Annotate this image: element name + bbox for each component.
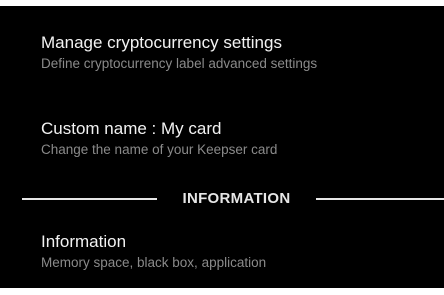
item-title: Custom name : My card [41, 119, 222, 138]
item-subtitle: Change the name of your Keepser card [41, 142, 278, 157]
item-subtitle: Memory space, black box, application [41, 255, 267, 270]
item-title: Information [41, 232, 127, 251]
settings-panel: Manage cryptocurrency settings Define cr… [0, 6, 444, 288]
information-item[interactable]: Information Memory space, black box, app… [41, 232, 431, 271]
custom-name-item[interactable]: Custom name : My card Change the name of… [41, 119, 431, 158]
item-title: Manage cryptocurrency settings [41, 33, 282, 52]
section-header: INFORMATION [182, 190, 291, 207]
divider-line-left [22, 198, 157, 200]
section-divider-information: INFORMATION [0, 186, 444, 212]
item-subtitle: Define cryptocurrency label advanced set… [41, 56, 318, 71]
divider-line-right [316, 198, 444, 200]
manage-cryptocurrency-settings-item[interactable]: Manage cryptocurrency settings Define cr… [41, 33, 431, 72]
